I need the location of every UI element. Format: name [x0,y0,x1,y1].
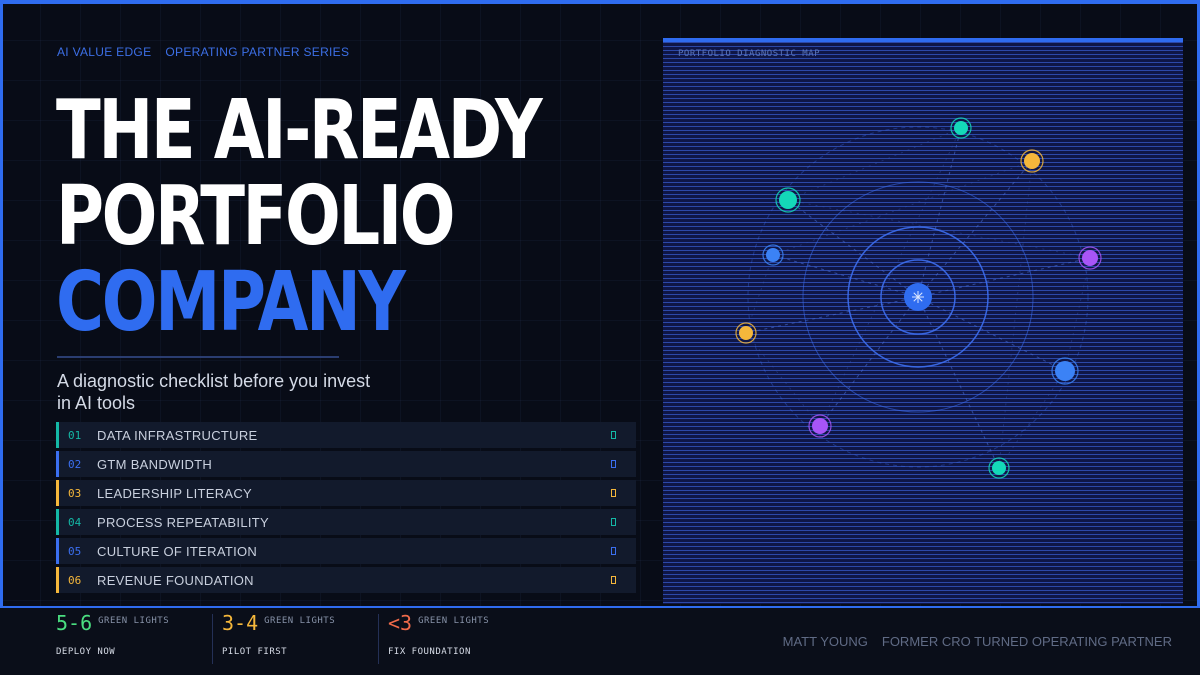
portfolio-node-icon [739,326,753,340]
portfolio-node-icon [992,461,1006,475]
connector-line [819,296,919,427]
top-accent-bar [0,0,1200,4]
connector-line [787,199,919,298]
network-line [1064,257,1091,372]
checkbox-icon[interactable] [611,489,616,497]
kicker: AI VALUE EDGE OPERATING PARTNER SERIES [57,45,349,59]
diagnostic-map [735,117,1102,479]
tier-divider [378,614,379,664]
tier-action: PILOT FIRST [222,647,288,657]
portfolio-node-icon [1055,361,1075,381]
checklist-number: 02 [68,457,82,471]
credit-role: FORMER CRO TURNED OPERATING PARTNER [881,634,1172,649]
subtitle: A diagnostic checklist before you invest… [57,371,371,413]
checklist-item: 06 REVENUE FOUNDATION [56,567,636,593]
tier-action: DEPLOY NOW [56,647,116,657]
network-line [745,332,821,427]
tier-unit: GREEN LIGHTS [264,616,336,626]
checklist-label: PROCESS REPEATABILITY [97,514,269,530]
checklist-label: REVENUE FOUNDATION [97,572,254,588]
tier-2: 3-4 GREEN LIGHTS PILOT FIRST [222,611,335,669]
credit-name: MATT YOUNG [782,634,868,649]
checkbox-icon[interactable] [611,518,616,526]
portfolio-node-icon [766,248,780,262]
checklist-item: 02 GTM BANDWIDTH [56,451,636,477]
connector-line [917,296,1066,372]
connector-line [772,254,919,298]
portfolio-node-icon [1082,250,1098,266]
title-line-2: PORTFOLIO [56,169,456,264]
network-line [772,160,1033,256]
network-line [787,199,1091,259]
checkbox-icon[interactable] [611,431,616,439]
page-title: THE AI-READY PORTFOLIO COMPANY [56,83,543,350]
checklist-item: 05 CULTURE OF ITERATION [56,538,636,564]
tier-value: 5-6 [56,611,93,635]
checklist-number: 06 [68,573,82,587]
checklist-item: 01 DATA INFRASTRUCTURE [56,422,636,448]
checklist-label: DATA INFRASTRUCTURE [97,427,258,443]
checklist-number: 05 [68,544,82,558]
checklist-label: GTM BANDWIDTH [97,456,213,472]
tier-3: <3 GREEN LIGHTS FIX FOUNDATION [388,611,489,669]
tier-action: FIX FOUNDATION [388,647,471,657]
tier-divider [212,614,213,664]
portfolio-node-icon [1024,153,1040,169]
portfolio-node-icon [812,418,828,434]
checklist-number: 01 [68,428,82,442]
title-line-1: THE AI-READY [56,83,543,178]
checklist-item: 04 PROCESS REPEATABILITY [56,509,636,535]
checklist-label: LEADERSHIP LITERACY [97,485,253,501]
checklist-number: 04 [68,515,82,529]
checklist-item: 03 LEADERSHIP LITERACY [56,480,636,506]
checkbox-icon[interactable] [611,547,616,555]
tier-unit: GREEN LIGHTS [98,616,170,626]
checklist-number: 03 [68,486,82,500]
credit: MATT YOUNG FORMER CRO TURNED OPERATING PA… [783,634,1172,649]
network-line [819,127,962,427]
network-line [745,254,774,334]
network-line [787,127,962,201]
title-divider [57,356,339,358]
checklist: 01 DATA INFRASTRUCTURE 02 GTM BANDWIDTH 03 LE… [56,422,636,596]
network-line [998,160,1033,469]
tier-value: <3 [388,611,413,635]
network-line [998,370,1066,469]
kicker-brand: AI VALUE EDGE [57,45,152,59]
connector-line [917,127,962,298]
checkbox-icon[interactable] [611,576,616,584]
checklist-label: CULTURE OF ITERATION [97,543,258,559]
connector-line [917,296,1000,469]
kicker-series: OPERATING PARTNER SERIES [165,45,350,59]
connector-line [917,257,1091,298]
portfolio-node-icon [954,121,968,135]
connector-line [745,296,919,334]
title-line-3: COMPANY [56,255,406,350]
portfolio-node-icon [779,191,797,209]
left-accent-bar [0,0,3,606]
tier-value: 3-4 [222,611,259,635]
checkbox-icon[interactable] [611,460,616,468]
tier-1: 5-6 GREEN LIGHTS DEPLOY NOW [56,611,169,669]
tier-unit: GREEN LIGHTS [418,616,490,626]
